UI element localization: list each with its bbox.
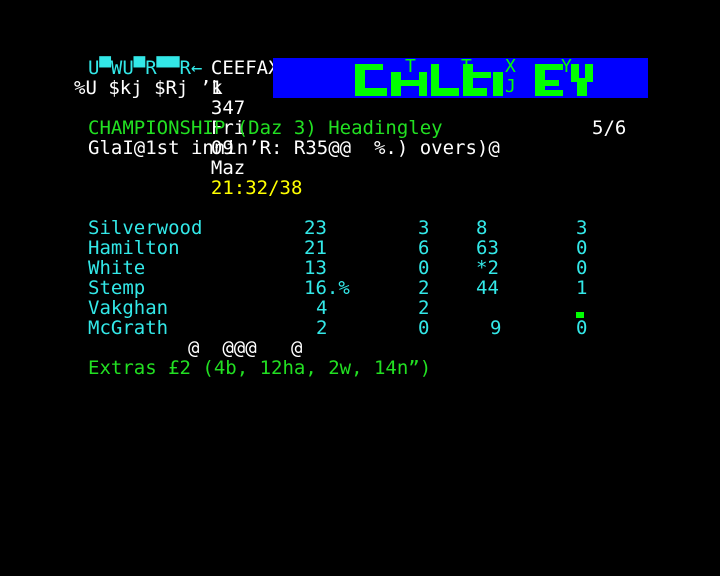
mosaic-letter: Y <box>561 56 572 77</box>
header-clock: 21:32/38 <box>210 177 303 199</box>
innings-summary: GlaI@1st innin’R: R35@@ %.) overs)@ <box>88 137 500 159</box>
bowler-runs: 9 <box>490 317 502 339</box>
bowler-wickets: 0 <box>576 317 588 339</box>
bowler-overs: 13 <box>304 257 327 279</box>
mosaic-block <box>355 64 365 96</box>
bowler-maidens: 3 <box>418 217 430 239</box>
mosaic-block <box>577 78 587 96</box>
mosaic-letter: T <box>461 56 472 77</box>
mosaic-block <box>419 72 427 96</box>
bowler-runs: 8 <box>476 217 488 239</box>
bowler-wickets: 0 <box>576 257 588 279</box>
bowler-wickets: 1 <box>576 277 588 299</box>
service-name: CEEFAX <box>210 57 280 79</box>
bowler-overs: 2 <box>316 317 328 339</box>
logo-text-line1: U▀WU▀R▀▀R← <box>88 57 203 79</box>
bowler-maidens: 2 <box>418 277 430 299</box>
bowler-name: McGrath <box>88 317 169 339</box>
mosaic-letter: X <box>505 56 516 77</box>
bowler-maidens: 0 <box>418 317 430 339</box>
mosaic-block <box>473 88 487 96</box>
cricket-banner: T T X Y J <box>273 58 648 98</box>
bowler-wickets: 3 <box>576 217 588 239</box>
match-heading: CHAMPIONSHIP (Daz 3) Headingley <box>88 117 443 139</box>
mosaic-block <box>365 88 387 96</box>
extras-line: Extras £2 (4b, 12ha, 2w, 14n”) <box>88 357 432 379</box>
bowler-runs: 44 <box>476 277 499 299</box>
mosaic-block <box>535 64 545 96</box>
mosaic-block <box>401 80 419 86</box>
mosaic-block <box>493 72 503 96</box>
bowler-name: White <box>88 257 146 279</box>
bowler-overs: 4 <box>316 297 328 319</box>
logo-text-line2: %U $kj $Rj ’k <box>74 77 223 99</box>
bowler-maidens: 0 <box>418 257 430 279</box>
mosaic-block <box>365 64 383 70</box>
subpage-indicator: 5/6 <box>592 117 627 139</box>
bowler-overs: 21 <box>304 237 327 259</box>
mosaic-letter: J <box>505 76 516 97</box>
bowler-maidens: 2 <box>418 297 430 319</box>
bowler-maidens: 6 <box>418 237 430 259</box>
mosaic-block <box>431 64 439 96</box>
mosaic-block <box>391 72 401 96</box>
bowler-name: Stemp <box>88 277 146 299</box>
page-number: 347 <box>210 97 246 119</box>
mosaic-block <box>439 88 459 96</box>
bowler-name: Hamilton <box>88 237 180 259</box>
transmission-noise: @ @@@ @ <box>188 337 303 359</box>
bowler-wickets: 0 <box>576 237 588 259</box>
bowler-overs: 23 <box>304 217 327 239</box>
mosaic-block <box>545 80 559 86</box>
bowler-name: Silverwood <box>88 217 203 239</box>
bowler-name: Vakghan <box>88 297 169 319</box>
mosaic-block <box>473 72 491 78</box>
bowler-runs: 63 <box>476 237 499 259</box>
mosaic-letter: T <box>405 56 416 77</box>
header-month: Maz <box>210 157 246 179</box>
bowler-runs: *2 <box>476 257 499 279</box>
mosaic-speck <box>576 312 584 318</box>
bowler-overs: 16.% <box>304 277 350 299</box>
mosaic-block <box>545 90 563 96</box>
